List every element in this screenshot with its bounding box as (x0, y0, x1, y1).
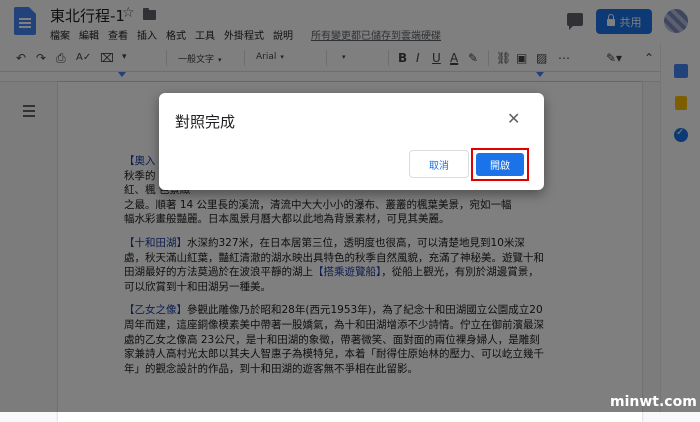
watermark: minwt.com (610, 394, 697, 410)
open-button[interactable]: 開啟 (476, 153, 524, 176)
modal-overlay (0, 0, 700, 412)
compare-complete-dialog: 對照完成 ✕ 取消 開啟 (159, 93, 544, 190)
cancel-button[interactable]: 取消 (409, 150, 469, 178)
highlight-box: 開啟 (471, 148, 529, 181)
close-icon[interactable]: ✕ (507, 109, 520, 128)
dialog-title: 對照完成 (175, 113, 236, 131)
